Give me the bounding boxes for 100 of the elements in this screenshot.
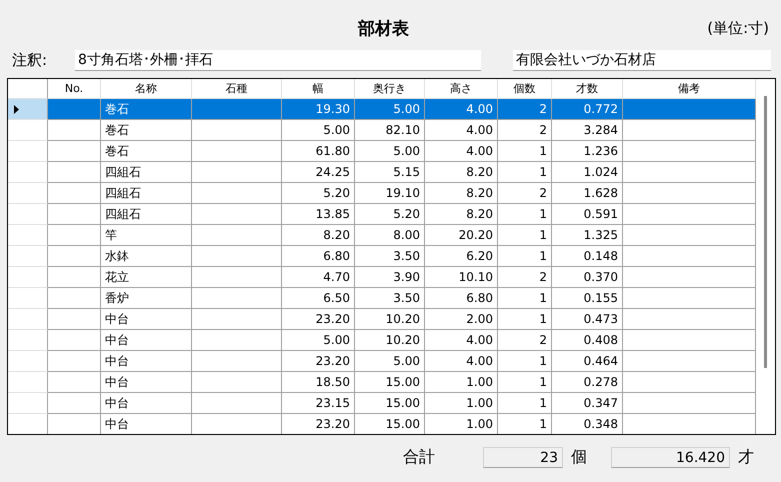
table-cell: 0.464 bbox=[552, 351, 623, 372]
table-cell: 23.20 bbox=[282, 414, 355, 434]
table-cell: 2.00 bbox=[425, 309, 498, 330]
table-cell: 中台 bbox=[101, 351, 192, 372]
table-cell: 0.473 bbox=[552, 309, 623, 330]
table-title: 部材表 bbox=[358, 18, 409, 40]
table-cell: 2 bbox=[498, 330, 552, 351]
table-cell: 1 bbox=[498, 288, 552, 309]
table-cell: 61.80 bbox=[282, 141, 355, 162]
table-cell: 6.80 bbox=[282, 246, 355, 267]
table-cell: 1 bbox=[498, 204, 552, 225]
table-cell bbox=[48, 162, 101, 183]
table-cell: 0.370 bbox=[552, 267, 623, 288]
scroll-thumb[interactable] bbox=[764, 96, 767, 368]
table-cell: 5.20 bbox=[282, 183, 355, 204]
table-cell: 香炉 bbox=[101, 288, 192, 309]
table-cell: 20.20 bbox=[425, 225, 498, 246]
table-cell: 82.10 bbox=[355, 120, 425, 141]
table-cell: 1.024 bbox=[552, 162, 623, 183]
table-cell: 1 bbox=[498, 309, 552, 330]
table-cell: 4.00 bbox=[425, 330, 498, 351]
table-cell: 4.00 bbox=[425, 99, 498, 120]
note-label: 注釈: bbox=[12, 50, 48, 70]
table-cell: 1.236 bbox=[552, 141, 623, 162]
table-cell bbox=[48, 225, 101, 246]
unit-label: (単位:寸) bbox=[707, 18, 769, 38]
table-cell: 4.00 bbox=[425, 120, 498, 141]
table-cell: 23.15 bbox=[282, 393, 355, 414]
table-cell bbox=[48, 267, 101, 288]
table-cell: 中台 bbox=[101, 414, 192, 434]
table-cell: 水鉢 bbox=[101, 246, 192, 267]
table-cell: 19.10 bbox=[355, 183, 425, 204]
table-cell: 4.70 bbox=[282, 267, 355, 288]
table-cell: 3.284 bbox=[552, 120, 623, 141]
total-label: 合計 bbox=[403, 446, 436, 468]
table-cell: 15.00 bbox=[355, 372, 425, 393]
table-cell: 4.00 bbox=[425, 141, 498, 162]
company-field[interactable]: 有限会社いづか石材店 bbox=[513, 50, 771, 70]
table-cell: 四組石 bbox=[101, 183, 192, 204]
row-header[interactable] bbox=[8, 99, 48, 120]
table-cell: 19.30 bbox=[282, 99, 355, 120]
table-cell: 4.00 bbox=[425, 351, 498, 372]
table-cell bbox=[48, 204, 101, 225]
table-cell: 8.20 bbox=[282, 225, 355, 246]
table-cell: 15.00 bbox=[355, 414, 425, 434]
table-cell: 13.85 bbox=[282, 204, 355, 225]
table-cell: 5.00 bbox=[355, 141, 425, 162]
table-cell: 1.325 bbox=[552, 225, 623, 246]
table-cell bbox=[48, 330, 101, 351]
table-cell: 1 bbox=[498, 414, 552, 434]
table-cell bbox=[48, 351, 101, 372]
table-cell: 5.00 bbox=[282, 330, 355, 351]
count-unit: 個 bbox=[571, 446, 588, 468]
table-cell: 1 bbox=[498, 246, 552, 267]
table-cell: 竿 bbox=[101, 225, 192, 246]
table-cell: 1.00 bbox=[425, 414, 498, 434]
table-cell: 10.10 bbox=[425, 267, 498, 288]
table-cell bbox=[48, 183, 101, 204]
table-cell: 1 bbox=[498, 372, 552, 393]
table-cell: 18.50 bbox=[282, 372, 355, 393]
volume-unit: 才 bbox=[738, 446, 754, 468]
table-cell: 中台 bbox=[101, 393, 192, 414]
table-cell: 1 bbox=[498, 351, 552, 372]
table-cell bbox=[48, 141, 101, 162]
table-cell: 5.15 bbox=[355, 162, 425, 183]
table-cell: 0.148 bbox=[552, 246, 623, 267]
table-cell: 1.00 bbox=[425, 372, 498, 393]
table-cell: 0.772 bbox=[552, 99, 623, 120]
table-cell bbox=[48, 288, 101, 309]
table-cell bbox=[48, 393, 101, 414]
table-cell: 8.20 bbox=[425, 162, 498, 183]
table-cell: 5.00 bbox=[282, 120, 355, 141]
table-cell: 0.278 bbox=[552, 372, 623, 393]
table-cell bbox=[48, 99, 101, 120]
table-cell: 巻石 bbox=[101, 141, 192, 162]
table-cell: 花立 bbox=[101, 267, 192, 288]
table-cell: 1.00 bbox=[425, 393, 498, 414]
table-cell: 巻石 bbox=[101, 99, 192, 120]
table-cell: 四組石 bbox=[101, 162, 192, 183]
table-cell: 3.50 bbox=[355, 246, 425, 267]
table-cell: 8.20 bbox=[425, 204, 498, 225]
note-field[interactable]: 8寸角石塔･外柵･拝石 bbox=[75, 50, 481, 70]
table-cell: 15.00 bbox=[355, 393, 425, 414]
table-cell: 2 bbox=[498, 120, 552, 141]
table-cell: 8.20 bbox=[425, 183, 498, 204]
table-cell: 2 bbox=[498, 267, 552, 288]
table-cell: 2 bbox=[498, 183, 552, 204]
table-cell: 1 bbox=[498, 225, 552, 246]
table-cell: 中台 bbox=[101, 372, 192, 393]
total-volume-field: 16.420 bbox=[611, 446, 730, 468]
total-count-field: 23 bbox=[483, 446, 563, 468]
table-cell: 0.347 bbox=[552, 393, 623, 414]
table-cell: 0.348 bbox=[552, 414, 623, 434]
table-cell: 巻石 bbox=[101, 120, 192, 141]
table-cell: 3.50 bbox=[355, 288, 425, 309]
table-cell: 8.00 bbox=[355, 225, 425, 246]
table-cell: 5.00 bbox=[355, 99, 425, 120]
table-cell bbox=[48, 309, 101, 330]
table-cell: 5.00 bbox=[355, 351, 425, 372]
table-cell: 1 bbox=[498, 162, 552, 183]
